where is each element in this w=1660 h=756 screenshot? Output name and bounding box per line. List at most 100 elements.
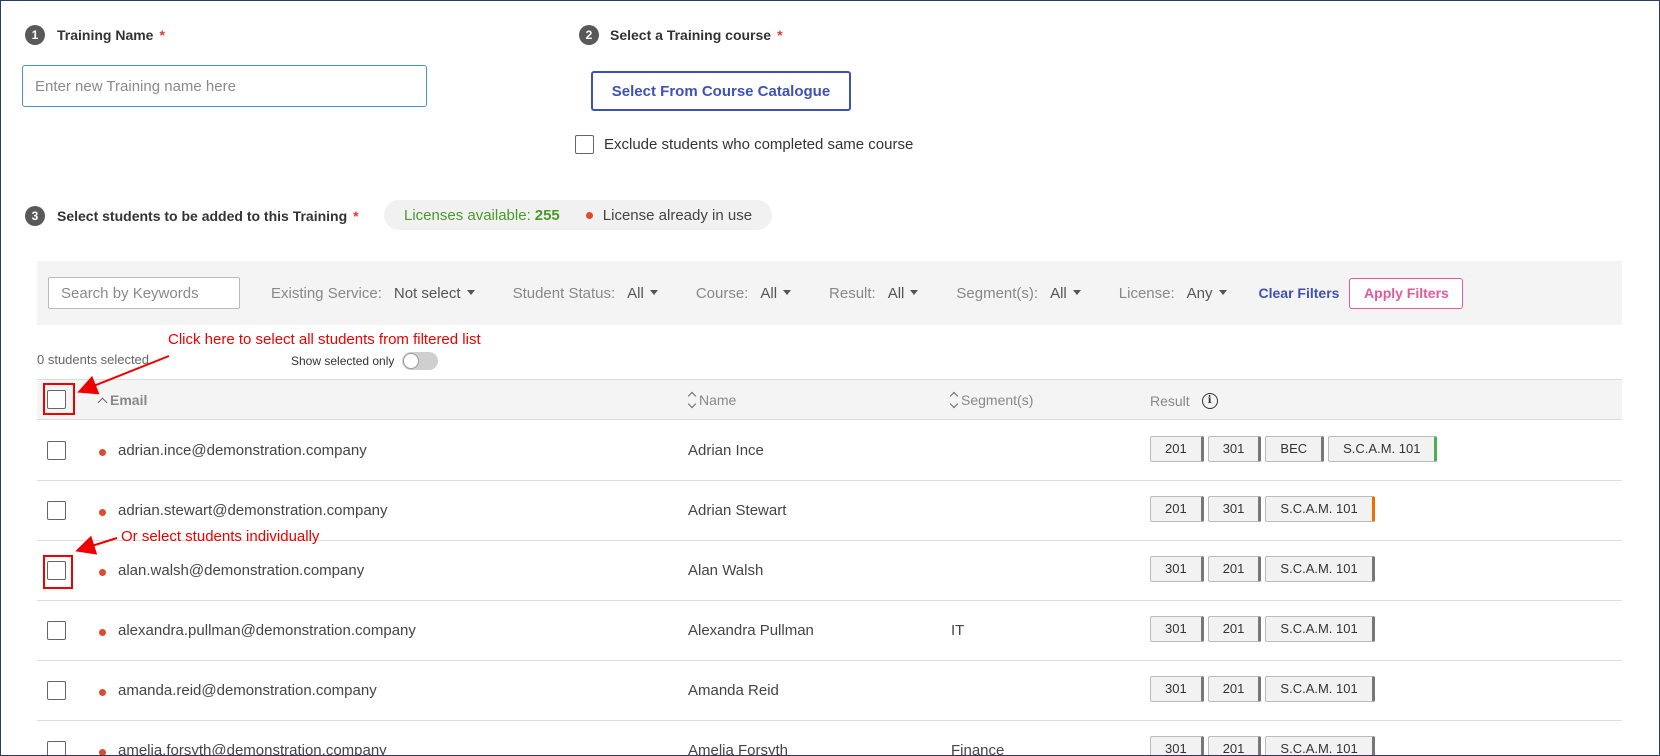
row-email: adrian.ince@demonstration.company [118,442,367,459]
apply-filters-button[interactable]: Apply Filters [1349,277,1464,309]
sort-ascending-icon [97,397,108,407]
filter-value: Any [1186,284,1213,302]
column-name[interactable]: Name [687,391,737,409]
sort-icon [949,391,959,409]
filter-value: All [760,284,778,302]
table-row[interactable]: adrian.ince@demonstration.company Adrian… [37,421,1622,481]
filter-bar: Existing Service: Not select Student Sta… [37,261,1622,325]
filter-label: Course: [695,284,749,302]
result-chip: S.C.A.M. 101 [1265,676,1375,702]
table-row[interactable]: alan.walsh@demonstration.company Alan Wa… [37,541,1622,601]
license-info-pill: Licenses available: 255 License already … [384,200,773,230]
show-selected-toggle[interactable] [402,352,439,370]
caret-down-icon [1072,289,1081,295]
result-chip: S.C.A.M. 101 [1265,556,1375,582]
training-name-label-text: Training Name [57,27,154,43]
result-chip: 301 [1207,496,1262,522]
row-checkbox[interactable] [47,621,66,640]
row-name: Alexandra Pullman [688,622,814,639]
required-marker: * [777,27,783,43]
result-chip: S.C.A.M. 101 [1265,736,1375,755]
required-marker: * [159,27,165,43]
licenses-available-count: 255 [534,206,560,224]
row-name: Alan Walsh [688,562,764,579]
license-in-use-dot-icon [99,569,106,576]
select-students-label: Select students to be added to this Trai… [57,208,359,224]
row-checkbox[interactable] [47,681,66,700]
keyword-search-input[interactable] [48,277,240,309]
step-3-badge: 3 [25,206,45,226]
filter-value: All [1050,284,1067,302]
filter-label: Student Status: [512,284,616,302]
licenses-available-label: Licenses available: [404,206,531,224]
training-course-label-text: Select a Training course [610,27,772,43]
row-email: adrian.stewart@demonstration.company [118,502,388,519]
step-2-badge: 2 [579,25,599,45]
show-selected-label: Show selected only [291,354,395,368]
caret-down-icon [910,289,919,295]
select-all-annotation: Click here to select all students from f… [168,331,481,348]
table-row[interactable]: amelia.forsyth@demonstration.company Ame… [37,721,1622,756]
result-chip: 201 [1150,436,1204,462]
license-in-use-dot-icon [99,629,106,636]
select-students-label-text: Select students to be added to this Trai… [57,208,348,224]
filter-label: Segment(s): [956,284,1039,302]
column-email-label: Email [110,392,148,408]
result-chip: 301 [1150,616,1204,642]
select-all-highlight-box [43,383,75,415]
training-name-input[interactable] [22,65,427,107]
filter-student-status[interactable]: Student Status: All [513,285,658,302]
result-chip: 301 [1150,736,1204,755]
row-checkbox[interactable] [47,441,66,460]
result-chip: 201 [1207,676,1262,702]
caret-down-icon [783,289,792,295]
filter-label: Existing Service: [271,284,382,302]
caret-down-icon [1218,289,1227,295]
column-segment-label: Segment(s) [961,392,1034,408]
filter-value: All [627,284,644,302]
column-result: Result i [1150,393,1218,409]
selected-count: 0 students selected [37,352,150,367]
row-name: Adrian Ince [688,442,764,459]
create-training-page: 1 Training Name * 2 Select a Training cou… [0,0,1660,756]
select-course-catalogue-button[interactable]: Select From Course Catalogue [591,71,851,111]
row-name: Amanda Reid [688,682,779,699]
select-individual-annotation: Or select students individually [121,528,320,545]
row-segment: Finance [951,742,1005,756]
filter-license[interactable]: License: Any [1119,285,1227,302]
show-selected-only: Show selected only [291,352,439,370]
row-email: alan.walsh@demonstration.company [118,562,365,579]
filter-result[interactable]: Result: All [829,284,919,302]
filter-label: License: [1118,284,1175,302]
exclude-completed-checkbox[interactable] [575,135,594,154]
row-email: amanda.reid@demonstration.company [118,682,377,699]
filter-existing-service[interactable]: Existing Service: Not select [271,285,475,302]
row-results: 201 301 S.C.A.M. 101 [1150,496,1375,522]
caret-down-icon [649,289,658,295]
row-name: Amelia Forsyth [688,742,789,756]
table-row[interactable]: alexandra.pullman@demonstration.company … [37,601,1622,661]
table-row[interactable]: amanda.reid@demonstration.company Amanda… [37,661,1622,721]
info-icon[interactable]: i [1201,393,1218,409]
filter-value: Not select [393,284,461,302]
table-header: Email Name Segment(s) Result i [37,379,1622,420]
row-results: 201 301 BEC S.C.A.M. 101 [1150,436,1438,462]
training-course-label: Select a Training course * [610,27,783,43]
filter-segment[interactable]: Segment(s): All [956,284,1081,302]
result-chip: 201 [1207,556,1262,582]
license-in-use-dot-icon [99,449,106,456]
exclude-completed-option[interactable]: Exclude students who completed same cour… [575,135,913,154]
sort-icon [687,391,697,409]
result-chip: 201 [1207,616,1262,642]
row-checkbox[interactable] [47,501,66,520]
filter-course[interactable]: Course: All [695,284,792,302]
clear-filters-button[interactable]: Clear Filters [1259,285,1340,301]
column-email[interactable]: Email [97,392,148,408]
column-name-label: Name [699,392,737,408]
result-chip: S.C.A.M. 101 [1265,496,1375,522]
row-results: 301 201 S.C.A.M. 101 [1150,616,1375,642]
license-in-use-dot-icon [99,749,106,755]
filter-value: All [887,284,905,302]
column-segment[interactable]: Segment(s) [949,391,1034,409]
row-checkbox[interactable] [47,741,66,755]
